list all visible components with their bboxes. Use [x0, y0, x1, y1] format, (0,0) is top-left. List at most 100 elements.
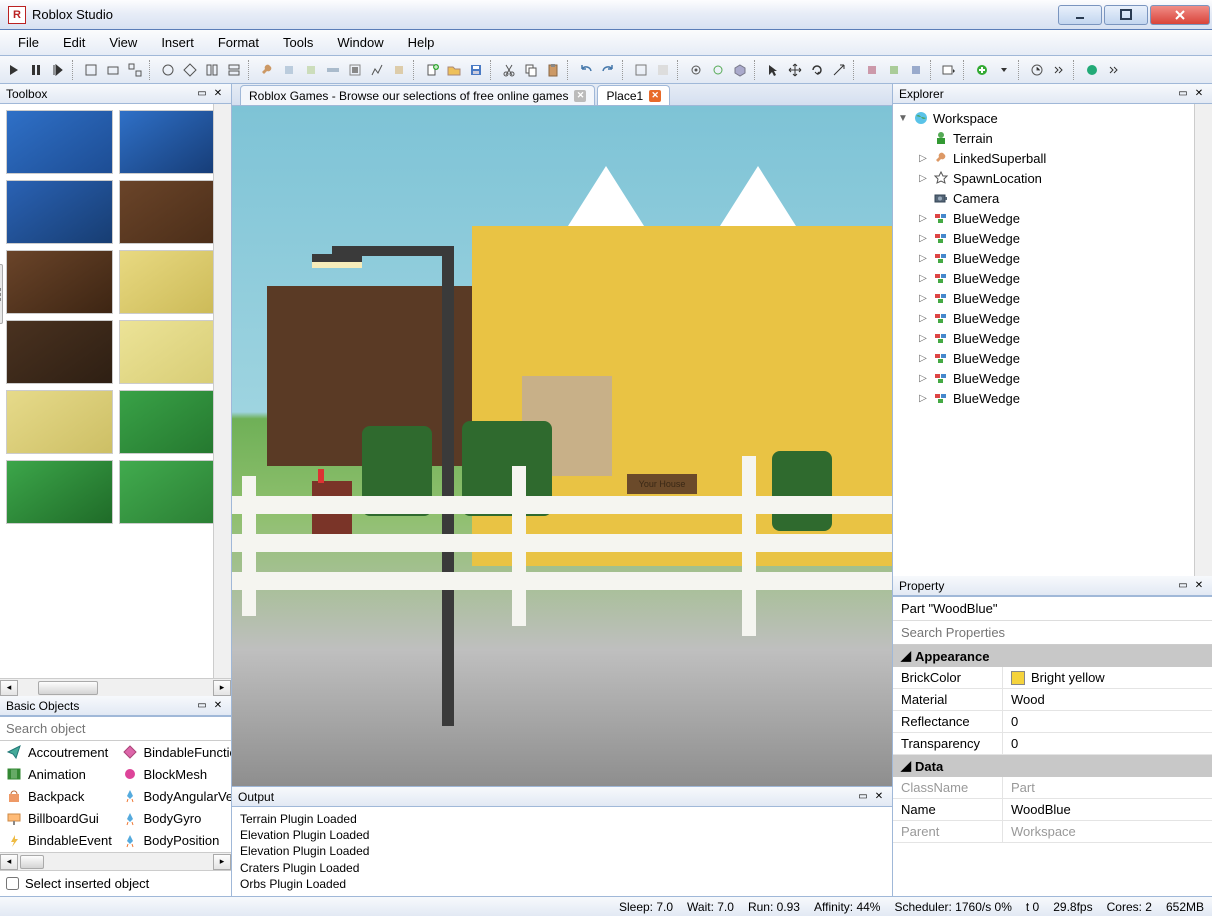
gear2-icon[interactable] [708, 60, 728, 80]
basic-objects-close-icon[interactable]: ✕ [211, 699, 225, 713]
basic-object-item[interactable]: BlockMesh [116, 763, 232, 785]
tree-node[interactable]: Terrain [917, 128, 1208, 148]
undo-button[interactable] [576, 60, 596, 80]
tree-node-label[interactable]: Workspace [933, 111, 998, 126]
scale-icon[interactable] [829, 60, 849, 80]
basic-objects-search-input[interactable] [0, 717, 231, 741]
cut-button[interactable] [499, 60, 519, 80]
toolbox-thumb[interactable] [119, 320, 226, 384]
tree-node[interactable]: ▷BlueWedge [917, 228, 1208, 248]
tool-14[interactable] [631, 60, 651, 80]
toolbox-hscroll[interactable]: ◂ ▸ [0, 678, 231, 696]
close-button[interactable] [1150, 5, 1210, 25]
property-value[interactable]: Bright yellow [1003, 667, 1212, 688]
property-value[interactable]: 0 [1003, 711, 1212, 732]
property-value[interactable]: WoodBlue [1003, 799, 1212, 820]
toolbox-vscroll[interactable] [213, 104, 231, 678]
menu-help[interactable]: Help [398, 31, 445, 54]
step-button[interactable] [48, 60, 68, 80]
tree-arrow-icon[interactable]: ▷ [917, 313, 929, 324]
paste-button[interactable] [543, 60, 563, 80]
wrench-icon[interactable] [257, 60, 277, 80]
tree-arrow-icon[interactable]: ▷ [917, 273, 929, 284]
tool-7[interactable] [224, 60, 244, 80]
toolbox-thumb[interactable] [6, 460, 113, 524]
property-row[interactable]: ClassNamePart [893, 777, 1212, 799]
time-icon[interactable] [1027, 60, 1047, 80]
property-value[interactable]: 0 [1003, 733, 1212, 754]
property-row[interactable]: MaterialWood [893, 689, 1212, 711]
rotate-icon[interactable] [807, 60, 827, 80]
property-close-icon[interactable]: ✕ [1192, 579, 1206, 593]
property-undock-icon[interactable]: ▭ [1176, 579, 1190, 593]
tree-node[interactable]: ▷LinkedSuperball [917, 148, 1208, 168]
tool-17[interactable] [884, 60, 904, 80]
new-file-button[interactable] [422, 60, 442, 80]
tool-1[interactable] [81, 60, 101, 80]
tool-8[interactable] [279, 60, 299, 80]
tool-12[interactable] [367, 60, 387, 80]
tool-2[interactable] [103, 60, 123, 80]
tree-arrow-icon[interactable]: ▷ [917, 213, 929, 224]
tool-13[interactable] [389, 60, 409, 80]
basic-object-item[interactable]: BillboardGui [0, 808, 116, 830]
save-button[interactable] [466, 60, 486, 80]
property-row[interactable]: Reflectance0 [893, 711, 1212, 733]
property-row[interactable]: NameWoodBlue [893, 799, 1212, 821]
tool-6[interactable] [202, 60, 222, 80]
minimize-button[interactable] [1058, 5, 1102, 25]
tree-arrow-icon[interactable]: ▷ [917, 333, 929, 344]
menu-file[interactable]: File [8, 31, 49, 54]
redo-button[interactable] [598, 60, 618, 80]
explorer-close-icon[interactable]: ✕ [1192, 87, 1206, 101]
dropdown-1[interactable] [939, 60, 959, 80]
toolbox-thumb[interactable] [119, 180, 226, 244]
basic-object-item[interactable]: BodyGyro [116, 808, 232, 830]
property-value[interactable]: Wood [1003, 689, 1212, 710]
open-file-button[interactable] [444, 60, 464, 80]
dropdown-2[interactable] [994, 60, 1014, 80]
property-value[interactable]: Part [1003, 777, 1212, 798]
viewport-3d[interactable]: Your House [232, 106, 892, 786]
output-close-icon[interactable]: ✕ [872, 790, 886, 804]
tree-node[interactable]: ▷SpawnLocation [917, 168, 1208, 188]
select-inserted-checkbox[interactable] [6, 877, 19, 890]
tree-node[interactable]: ▷BlueWedge [917, 248, 1208, 268]
basic-object-item[interactable]: BindableFunction [116, 741, 232, 763]
property-row[interactable]: BrickColorBright yellow [893, 667, 1212, 689]
menu-view[interactable]: View [99, 31, 147, 54]
tree-node[interactable]: Camera [917, 188, 1208, 208]
scroll-left-icon[interactable]: ◂ [0, 680, 18, 696]
explorer-vscroll[interactable] [1194, 104, 1212, 576]
basic-object-item[interactable]: BodyAngularVelocity [116, 785, 232, 807]
gear-icon[interactable] [686, 60, 706, 80]
menu-window[interactable]: Window [327, 31, 393, 54]
tab-close-icon[interactable]: ✕ [649, 90, 661, 102]
explorer-undock-icon[interactable]: ▭ [1176, 87, 1190, 101]
basic-object-item[interactable]: Animation [0, 763, 116, 785]
output-undock-icon[interactable]: ▭ [856, 790, 870, 804]
tab-place1[interactable]: Place1 ✕ [597, 85, 670, 105]
tree-node[interactable]: ▷BlueWedge [917, 268, 1208, 288]
tree-node[interactable]: ▷BlueWedge [917, 328, 1208, 348]
toolbox-thumb[interactable] [6, 390, 113, 454]
menu-format[interactable]: Format [208, 31, 269, 54]
record-icon[interactable] [1082, 60, 1102, 80]
divider-handle[interactable] [0, 264, 3, 324]
property-row[interactable]: Transparency0 [893, 733, 1212, 755]
tool-16[interactable] [862, 60, 882, 80]
double-chevron-icon-2[interactable] [1104, 60, 1124, 80]
double-chevron-icon[interactable] [1049, 60, 1069, 80]
tree-arrow-icon[interactable]: ▷ [917, 393, 929, 404]
basic-object-item[interactable]: Accoutrement [0, 741, 116, 763]
toolbox-thumb[interactable] [119, 110, 226, 174]
cursor-icon[interactable] [763, 60, 783, 80]
tree-arrow-icon[interactable]: ▼ [897, 113, 909, 124]
toolbox-thumb[interactable] [6, 320, 113, 384]
tool-5[interactable] [180, 60, 200, 80]
tree-node[interactable]: ▷BlueWedge [917, 348, 1208, 368]
basic-object-item[interactable]: BindableEvent [0, 830, 116, 852]
cube-icon[interactable] [730, 60, 750, 80]
property-search-input[interactable] [893, 621, 1212, 645]
toolbox-thumb[interactable] [119, 460, 226, 524]
